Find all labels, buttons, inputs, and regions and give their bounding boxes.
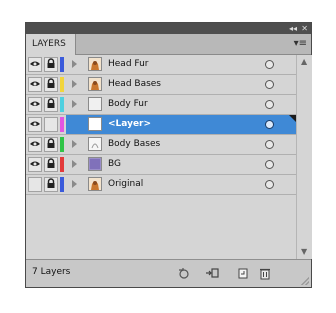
visibility-toggle[interactable] [28,177,42,192]
lock-toggle[interactable] [44,97,58,112]
lock-icon [45,138,57,149]
lock-toggle[interactable] [44,137,58,152]
layers-panel: ◂◂ ✕ LAYERS ▾≡ Head Fur Head Bases Body Fu… [25,22,312,288]
trash-icon[interactable] [258,266,272,280]
layer-color-swatch [60,177,64,192]
visibility-toggle[interactable] [28,77,42,92]
locate-object-icon[interactable] [177,266,191,280]
expand-triangle-icon[interactable] [72,60,77,68]
layer-thumbnail [88,77,102,91]
close-icon[interactable]: ✕ [301,23,308,34]
resize-grip-icon[interactable] [301,277,309,285]
layer-list: Head Fur Head Bases Body Fur <Layer> Body Ba… [26,55,296,259]
layer-count: 7 Layers [32,267,71,277]
layer-name-cell[interactable]: Head Fur [66,55,296,74]
layer-name: BG [108,159,121,169]
layer-color-swatch [60,117,64,132]
panel-menu-icon[interactable]: ▾≡ [294,37,307,51]
visibility-toggle[interactable] [28,117,42,132]
lock-toggle[interactable] [44,77,58,92]
eye-icon [29,118,41,129]
lock-toggle[interactable] [44,157,58,172]
tab-layers[interactable]: LAYERS [26,34,76,55]
layer-thumbnail [88,137,102,151]
layer-row[interactable]: BG [26,155,296,175]
layer-color-swatch [60,157,64,172]
layer-row[interactable]: <Layer> [26,115,296,135]
layer-color-swatch [60,57,64,72]
visibility-toggle[interactable] [28,57,42,72]
target-circle-icon[interactable] [265,160,274,169]
current-layer-indicator-icon [289,115,296,122]
lock-icon [45,58,57,69]
expand-triangle-icon[interactable] [72,180,77,188]
lock-toggle[interactable] [44,117,58,132]
lock-toggle[interactable] [44,177,58,192]
layer-row[interactable]: Original [26,175,296,195]
layer-name-cell[interactable]: <Layer> [66,115,296,134]
expand-triangle-icon[interactable] [72,80,77,88]
layer-name: <Layer> [108,119,152,129]
target-circle-icon[interactable] [265,140,274,149]
target-circle-icon[interactable] [265,80,274,89]
eye-icon [29,78,41,89]
visibility-toggle[interactable] [28,157,42,172]
layer-name: Body Fur [108,99,148,109]
lock-icon [45,178,57,189]
make-clipping-mask-icon[interactable] [205,266,219,280]
layer-row[interactable]: Body Bases [26,135,296,155]
lock-toggle[interactable] [44,57,58,72]
new-sublayer-icon[interactable] [236,266,250,280]
layer-name-cell[interactable]: Head Bases [66,75,296,94]
scrollbar[interactable]: ▲ ▼ [296,55,312,259]
layer-color-swatch [60,137,64,152]
eye-icon [29,158,41,169]
eye-icon [29,98,41,109]
eye-icon [29,138,41,149]
layer-name-cell[interactable]: Original [66,175,296,194]
eye-icon [29,58,41,69]
layer-color-swatch [60,77,64,92]
lock-icon [45,158,57,169]
lock-icon [45,78,57,89]
lock-icon [45,98,57,109]
target-circle-icon[interactable] [265,120,274,129]
layer-thumbnail [88,157,102,171]
layer-name-cell[interactable]: Body Bases [66,135,296,154]
visibility-toggle[interactable] [28,97,42,112]
layer-name-cell[interactable]: Body Fur [66,95,296,114]
layer-row[interactable]: Body Fur [26,95,296,115]
layer-thumbnail [88,177,102,191]
layer-row[interactable]: Head Fur [26,55,296,75]
layer-name: Body Bases [108,139,161,149]
expand-triangle-icon[interactable] [72,100,77,108]
layer-row[interactable]: Head Bases [26,75,296,95]
target-circle-icon[interactable] [265,180,274,189]
layer-thumbnail [88,117,102,131]
panel-footer: 7 Layers [26,259,311,287]
layer-name: Head Bases [108,79,161,89]
double-chevron-left-icon[interactable]: ◂◂ [289,23,297,34]
layer-name: Head Fur [108,59,149,69]
layer-thumbnail [88,57,102,71]
layer-thumbnail [88,97,102,111]
target-circle-icon[interactable] [265,60,274,69]
expand-triangle-icon[interactable] [72,140,77,148]
visibility-toggle[interactable] [28,137,42,152]
expand-triangle-icon[interactable] [72,160,77,168]
layer-name: Original [108,179,144,189]
layer-name-cell[interactable]: BG [66,155,296,174]
layer-color-swatch [60,97,64,112]
tab-row: LAYERS ▾≡ [26,34,311,55]
scroll-down-icon[interactable]: ▼ [301,247,307,257]
scroll-up-icon[interactable]: ▲ [301,57,307,67]
target-circle-icon[interactable] [265,100,274,109]
panel-titlebar[interactable]: ◂◂ ✕ [26,23,311,34]
